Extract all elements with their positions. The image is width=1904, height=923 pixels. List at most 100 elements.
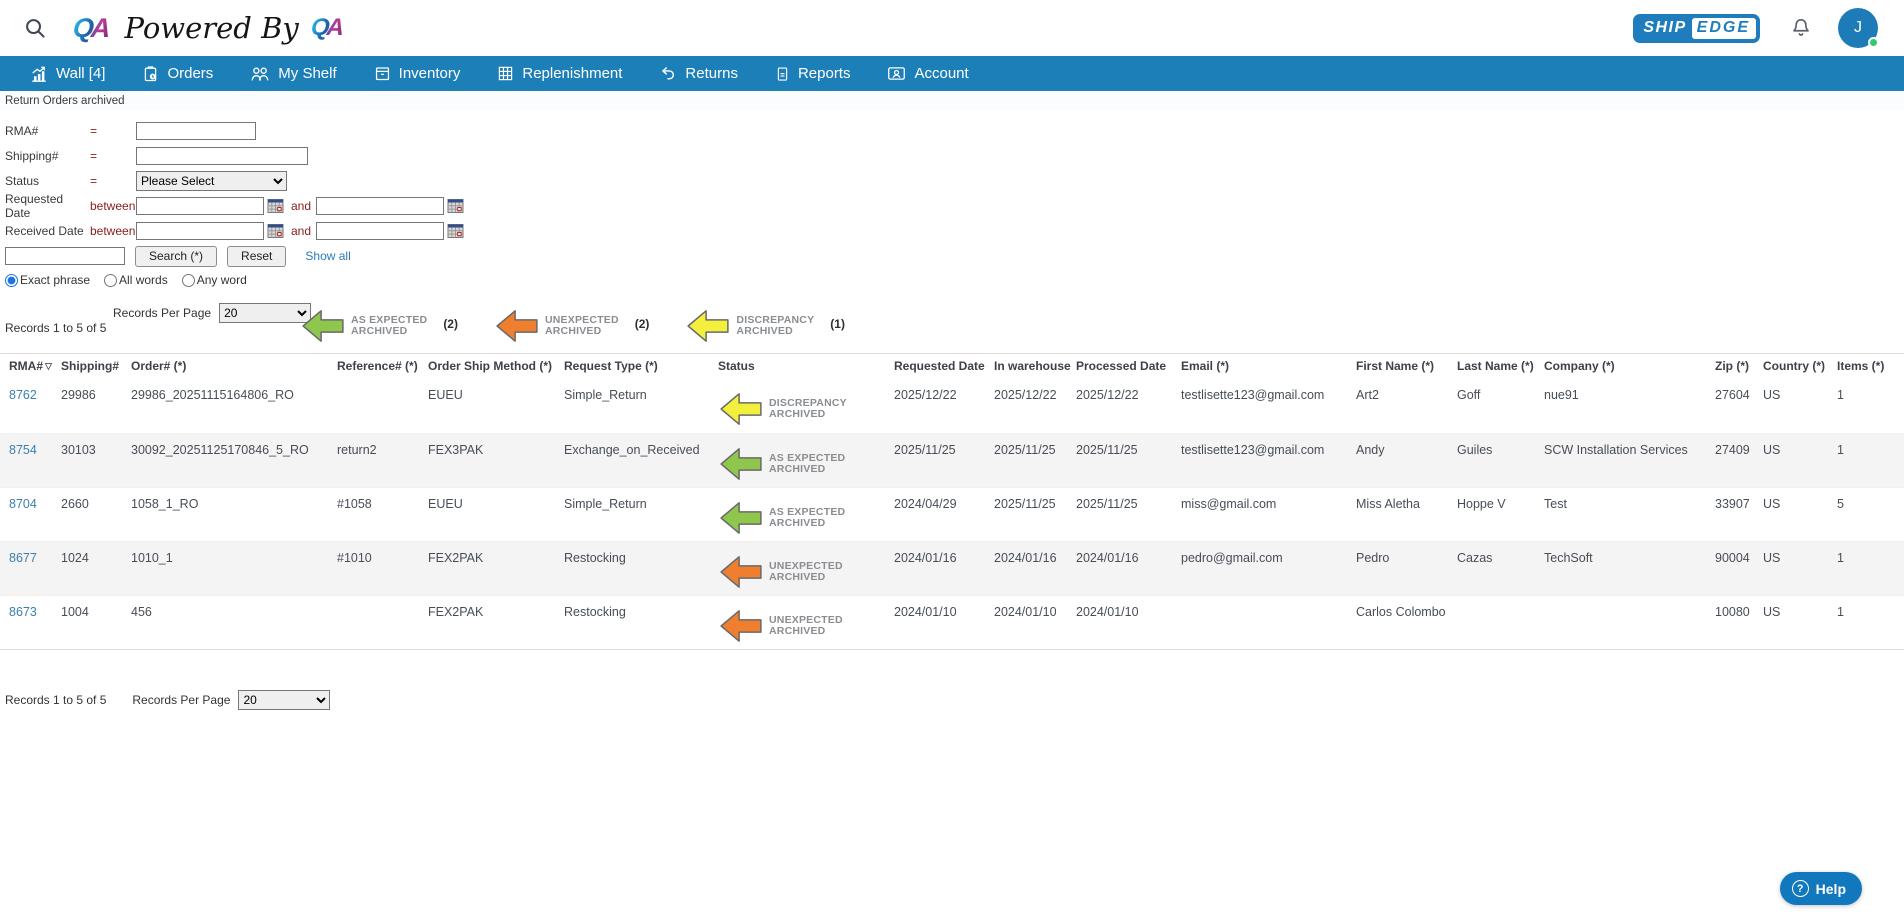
column-header[interactable]: Country (*) bbox=[1763, 354, 1837, 380]
cell-order: 1058_1_RO bbox=[131, 487, 337, 541]
show-all-link[interactable]: Show all bbox=[305, 249, 350, 263]
shipping-label: Shipping# bbox=[5, 149, 90, 163]
nav-item-reports[interactable]: Reports bbox=[775, 65, 851, 83]
rma-link[interactable]: 8673 bbox=[9, 605, 37, 619]
match-option-exact-phrase[interactable]: Exact phrase bbox=[5, 273, 90, 287]
column-header[interactable]: In warehouse bbox=[994, 354, 1076, 380]
table-body: 87622998629986_20251115164806_ROEUEUSimp… bbox=[0, 379, 1904, 649]
nav-item-returns[interactable]: Returns bbox=[659, 65, 738, 82]
records-count-text: Records 1 to 5 of 5 bbox=[5, 321, 106, 335]
notifications-bell-icon[interactable] bbox=[1790, 17, 1812, 39]
cell-request-type: Simple_Return bbox=[564, 379, 718, 433]
legend-count: (2) bbox=[443, 305, 458, 331]
requested-date-to-input[interactable] bbox=[316, 197, 444, 215]
cell-last-name bbox=[1457, 595, 1544, 649]
cell-processed: 2025/12/22 bbox=[1076, 379, 1181, 433]
status-arrow-as-expected: AS EXPECTEDARCHIVED bbox=[718, 500, 890, 536]
received-date-to-input[interactable] bbox=[316, 222, 444, 240]
column-header[interactable]: Items (*) bbox=[1837, 354, 1904, 380]
cell-zip: 90004 bbox=[1715, 541, 1763, 595]
nav-item-orders[interactable]: Orders bbox=[142, 65, 213, 83]
search-button[interactable]: Search (*) bbox=[135, 246, 217, 267]
status-select[interactable]: Please Select bbox=[136, 171, 287, 191]
cell-shipping: 1004 bbox=[61, 595, 131, 649]
records-per-page-select-bottom[interactable]: 20 bbox=[238, 690, 330, 710]
cell-warehouse: 2025/11/25 bbox=[994, 433, 1076, 487]
nav-item-account[interactable]: Account bbox=[887, 65, 968, 82]
rma-input[interactable] bbox=[136, 122, 256, 140]
user-avatar[interactable]: J bbox=[1838, 8, 1878, 48]
column-header[interactable]: Shipping# bbox=[61, 354, 131, 380]
cell-company: nue91 bbox=[1544, 379, 1715, 433]
nav-item-replenishment[interactable]: Replenishment bbox=[497, 65, 622, 82]
column-header[interactable]: Order# (*) bbox=[131, 354, 337, 380]
requested-date-from-input[interactable] bbox=[136, 197, 264, 215]
cell-items: 1 bbox=[1837, 595, 1904, 649]
cell-email bbox=[1181, 595, 1356, 649]
column-header[interactable]: RMA#▽ bbox=[0, 354, 61, 380]
column-header[interactable]: Status bbox=[718, 354, 894, 380]
rma-label: RMA# bbox=[5, 124, 90, 138]
column-header[interactable]: Company (*) bbox=[1544, 354, 1715, 380]
question-mark-icon: ? bbox=[1792, 880, 1809, 897]
received-date-from-input[interactable] bbox=[136, 222, 264, 240]
calendar-icon[interactable] bbox=[267, 198, 284, 214]
match-option-any-word[interactable]: Any word bbox=[182, 273, 247, 287]
cell-zip: 27604 bbox=[1715, 379, 1763, 433]
column-header[interactable]: First Name (*) bbox=[1356, 354, 1457, 380]
cell-zip: 33907 bbox=[1715, 487, 1763, 541]
column-header[interactable]: Processed Date bbox=[1076, 354, 1181, 380]
document-icon bbox=[775, 65, 790, 83]
table-row: 87543010330092_20251125170846_5_ROreturn… bbox=[0, 433, 1904, 487]
status-arrow-unexpected: UNEXPECTEDARCHIVED bbox=[494, 308, 619, 344]
nav-item-wall[interactable]: Wall [4] bbox=[30, 65, 105, 83]
qa-logo-secondary: QA bbox=[310, 14, 347, 42]
calendar-icon[interactable] bbox=[267, 223, 284, 239]
shipedge-logo-ship: SHIP bbox=[1637, 18, 1691, 39]
column-header[interactable]: Email (*) bbox=[1181, 354, 1356, 380]
cell-reference bbox=[337, 379, 428, 433]
cell-email: testlisette123@gmail.com bbox=[1181, 433, 1356, 487]
cell-shipping: 30103 bbox=[61, 433, 131, 487]
column-header[interactable]: Order Ship Method (*) bbox=[428, 354, 564, 380]
match-option-radio[interactable] bbox=[104, 274, 117, 287]
column-header[interactable]: Last Name (*) bbox=[1457, 354, 1544, 380]
help-button[interactable]: ? Help bbox=[1780, 872, 1862, 905]
status-operator: = bbox=[90, 174, 136, 188]
reset-button[interactable]: Reset bbox=[227, 246, 286, 267]
rma-link[interactable]: 8704 bbox=[9, 497, 37, 511]
match-option-all-words[interactable]: All words bbox=[104, 273, 168, 287]
column-header[interactable]: Request Type (*) bbox=[564, 354, 718, 380]
keyword-search-input[interactable] bbox=[5, 247, 125, 265]
cell-last-name: Hoppe V bbox=[1457, 487, 1544, 541]
column-header[interactable]: Requested Date bbox=[894, 354, 994, 380]
shipping-input[interactable] bbox=[136, 147, 308, 165]
shipedge-logo-edge: EDGE bbox=[1692, 18, 1756, 39]
status-arrow-label: DISCREPANCYARCHIVED bbox=[769, 391, 847, 420]
cell-order: 30092_20251125170846_5_RO bbox=[131, 433, 337, 487]
column-header[interactable]: Reference# (*) bbox=[337, 354, 428, 380]
match-option-radio[interactable] bbox=[5, 274, 18, 287]
rma-link[interactable]: 8754 bbox=[9, 443, 37, 457]
rma-link[interactable]: 8762 bbox=[9, 388, 37, 402]
table-row: 86731004456FEX2PAKRestockingUNEXPECTEDAR… bbox=[0, 595, 1904, 649]
search-icon[interactable] bbox=[24, 17, 47, 40]
cell-warehouse: 2024/01/10 bbox=[994, 595, 1076, 649]
return-orders-table: RMA#▽Shipping#Order# (*)Reference# (*)Or… bbox=[0, 353, 1904, 650]
cell-company: SCW Installation Services bbox=[1544, 433, 1715, 487]
nav-item-inventory[interactable]: Inventory bbox=[374, 65, 461, 82]
rma-link[interactable]: 8677 bbox=[9, 551, 37, 565]
records-per-page-select[interactable]: 20 bbox=[219, 303, 311, 323]
records-per-page-label-bottom: Records Per Page bbox=[132, 693, 230, 707]
people-icon bbox=[250, 65, 270, 82]
cell-warehouse: 2025/11/25 bbox=[994, 487, 1076, 541]
calendar-icon[interactable] bbox=[447, 198, 464, 214]
calendar-icon[interactable] bbox=[447, 223, 464, 239]
column-header[interactable]: Zip (*) bbox=[1715, 354, 1763, 380]
card-icon bbox=[887, 65, 906, 82]
nav-item-my-shelf[interactable]: My Shelf bbox=[250, 65, 336, 82]
cell-last-name: Goff bbox=[1457, 379, 1544, 433]
nav-item-label: Returns bbox=[685, 65, 738, 82]
status-arrow-label: AS EXPECTEDARCHIVED bbox=[769, 446, 845, 475]
match-option-radio[interactable] bbox=[182, 274, 195, 287]
